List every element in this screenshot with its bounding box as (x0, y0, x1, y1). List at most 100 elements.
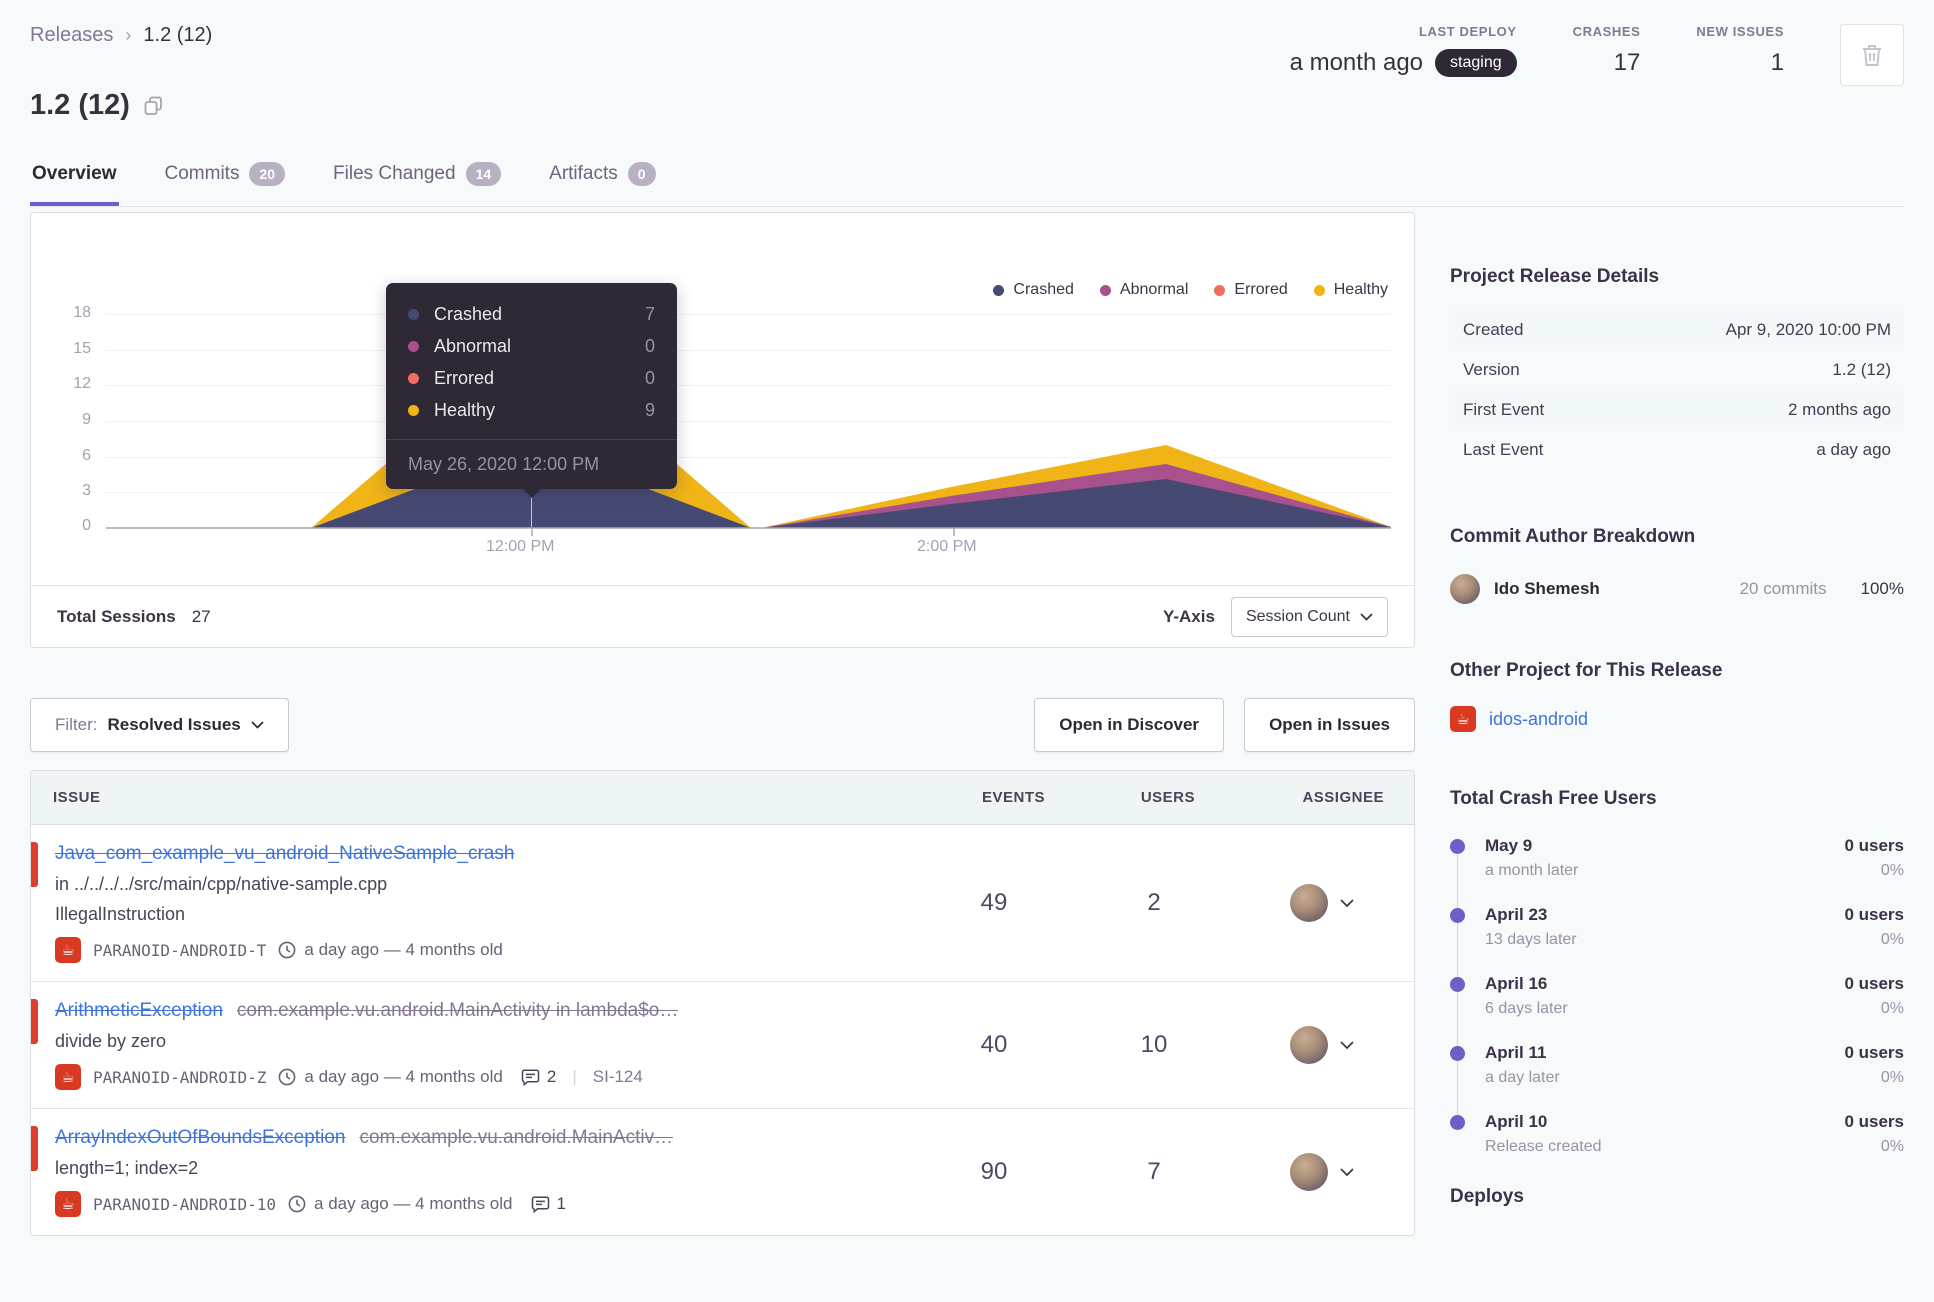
open-in-issues-button[interactable]: Open in Issues (1244, 698, 1415, 752)
assignee-avatar[interactable] (1289, 1153, 1328, 1191)
new-issues-value: 1 (1770, 49, 1784, 76)
java-project-icon: ☕ (1450, 706, 1476, 732)
issues-table-header: ISSUE EVENTS USERS ASSIGNEE (31, 771, 1414, 825)
stat-crashes: CRASHES 17 (1573, 24, 1641, 77)
timeline-percent: 0% (1880, 931, 1904, 948)
chart-footer: Total Sessions 27 Y-Axis Session Count (31, 586, 1414, 648)
issue-users-count: 10 (1140, 1031, 1168, 1058)
tooltip-crashed-value: 7 (644, 303, 655, 324)
java-project-icon: ☕ (55, 1064, 81, 1090)
issue-row[interactable]: ArithmeticException com.example.vu.andro… (31, 982, 1414, 1109)
stat-last-deploy: LAST DEPLOY a month ago staging (1290, 24, 1517, 77)
filter-value: Resolved Issues (107, 715, 241, 734)
chart-tooltip: Crashed 7 Abnormal 0 Errored 0 Healthy 9… (386, 283, 677, 498)
assignee-dropdown[interactable] (1339, 1040, 1354, 1050)
tab-commits[interactable]: Commits 20 (163, 152, 288, 206)
issue-users-count: 7 (1147, 1158, 1161, 1185)
page-header: Releases › 1.2 (12) LAST DEPLOY a month … (30, 0, 1904, 207)
project-slug: PARANOID-ANDROID-T (93, 940, 267, 960)
tooltip-healthy-label: Healthy (434, 399, 496, 420)
assignee-dropdown[interactable] (1339, 898, 1354, 908)
issue-message: divide by zero (55, 1031, 167, 1051)
release-details-table: Created Apr 9, 2020 10:00 PM Version 1.2… (1450, 310, 1904, 470)
legend-crashed[interactable]: Crashed (993, 281, 1074, 299)
detail-row-created: Created Apr 9, 2020 10:00 PM (1450, 310, 1904, 350)
detail-value: Apr 9, 2020 10:00 PM (1725, 320, 1891, 339)
y-axis-select[interactable]: Session Count (1230, 597, 1388, 637)
y-tick-15: 15 (73, 340, 91, 357)
comments-count[interactable]: 2 (521, 1067, 556, 1087)
chevron-down-icon (251, 721, 264, 729)
chevron-down-icon (1339, 1167, 1354, 1176)
breadcrumb-current: 1.2 (12) (143, 24, 213, 46)
assignee-avatar[interactable] (1289, 1026, 1328, 1064)
filter-dropdown[interactable]: Filter: Resolved Issues (30, 698, 289, 752)
issue-culprit[interactable]: com.example.vu.android.MainActivity in l… (237, 1000, 678, 1022)
timeline-dot-icon (1450, 1046, 1465, 1061)
breadcrumb-releases[interactable]: Releases (30, 24, 113, 47)
timeline-users: 0 users (1844, 1112, 1904, 1131)
commit-author-heading: Commit Author Breakdown (1450, 526, 1696, 547)
assignee-dropdown[interactable] (1339, 1167, 1354, 1177)
y-tick-6: 6 (82, 447, 91, 464)
tab-overview[interactable]: Overview (30, 152, 119, 206)
new-issues-label: NEW ISSUES (1696, 24, 1784, 39)
tooltip-errored-label: Errored (434, 367, 495, 388)
x-tick-12pm: 12:00 PM (486, 538, 555, 555)
detail-row-last-event: Last Event a day ago (1450, 430, 1904, 470)
detail-row-version: Version 1.2 (12) (1450, 350, 1904, 390)
issue-location: in ../../../../src/main/cpp/native-sampl… (55, 874, 388, 894)
issue-title-link[interactable]: ArrayIndexOutOfBoundsException (55, 1127, 345, 1149)
issue-culprit[interactable]: com.example.vu.android.MainActiv… (359, 1127, 673, 1149)
legend-abnormal[interactable]: Abnormal (1099, 281, 1188, 299)
legend-healthy-label: Healthy (1333, 281, 1388, 298)
header-stats: LAST DEPLOY a month ago staging CRASHES … (1290, 24, 1904, 86)
timeline-percent: 0% (1880, 862, 1904, 879)
errored-dot-icon (408, 372, 419, 384)
commit-author-row: Ido Shemesh 20 commits 100% (1450, 574, 1904, 604)
comments-count[interactable]: 1 (531, 1194, 566, 1214)
other-project-link[interactable]: idos-android (1489, 709, 1588, 730)
release-tabs: Overview Commits 20 Files Changed 14 Art… (30, 152, 1904, 207)
timeline-subtitle: a month later (1485, 862, 1579, 879)
issue-row[interactable]: Java_com_example_vu_android_NativeSample… (31, 825, 1414, 982)
issue-title-link[interactable]: Java_com_example_vu_android_NativeSample… (55, 843, 514, 865)
issue-row[interactable]: ArrayIndexOutOfBoundsException com.examp… (31, 1109, 1414, 1235)
tab-files-changed[interactable]: Files Changed 14 (331, 152, 503, 206)
last-deploy-label: LAST DEPLOY (1419, 24, 1517, 39)
tab-artifacts-label: Artifacts (549, 163, 618, 184)
tab-artifacts[interactable]: Artifacts 0 (547, 152, 657, 206)
chevron-down-icon (1339, 898, 1354, 907)
clock-icon (278, 941, 296, 959)
detail-value: 1.2 (12) (1832, 360, 1891, 379)
other-project-heading: Other Project for This Release (1450, 660, 1723, 681)
timeline-date: May 9 (1485, 836, 1533, 855)
y-tick-18: 18 (73, 304, 91, 321)
page-title: 1.2 (12) (30, 89, 130, 121)
legend-errored[interactable]: Errored (1214, 281, 1288, 299)
copy-version-button[interactable] (144, 96, 163, 115)
issue-age: a day ago — 4 months old (288, 1194, 513, 1214)
delete-release-button[interactable] (1840, 24, 1904, 86)
open-in-discover-button[interactable]: Open in Discover (1034, 698, 1225, 752)
detail-label: Created (1463, 320, 1524, 339)
timeline-dot-icon (1450, 1115, 1465, 1130)
copy-icon (144, 96, 162, 115)
column-users: USERS (1140, 789, 1195, 806)
timeline-users: 0 users (1844, 1043, 1904, 1062)
assignee-avatar[interactable] (1289, 884, 1328, 922)
unhandled-indicator (31, 999, 38, 1044)
timeline-users: 0 users (1844, 974, 1904, 993)
sessions-chart[interactable]: Crashed Abnormal Errored Healthy 18 15 1… (31, 213, 1414, 586)
detail-value: 2 months ago (1787, 400, 1891, 419)
author-percent: 100% (1860, 579, 1904, 598)
open-in-issues-label: Open in Issues (1269, 715, 1390, 734)
deploys-heading: Deploys (1450, 1186, 1524, 1207)
tab-artifacts-badge: 0 (627, 162, 656, 186)
timeline-dot-icon (1450, 977, 1465, 992)
y-tick-0: 0 (82, 517, 91, 534)
environment-badge: staging (1435, 49, 1517, 77)
legend-healthy[interactable]: Healthy (1313, 281, 1388, 299)
tooltip-row-healthy: Healthy 9 (408, 394, 655, 426)
issue-title-link[interactable]: ArithmeticException (55, 1000, 223, 1022)
